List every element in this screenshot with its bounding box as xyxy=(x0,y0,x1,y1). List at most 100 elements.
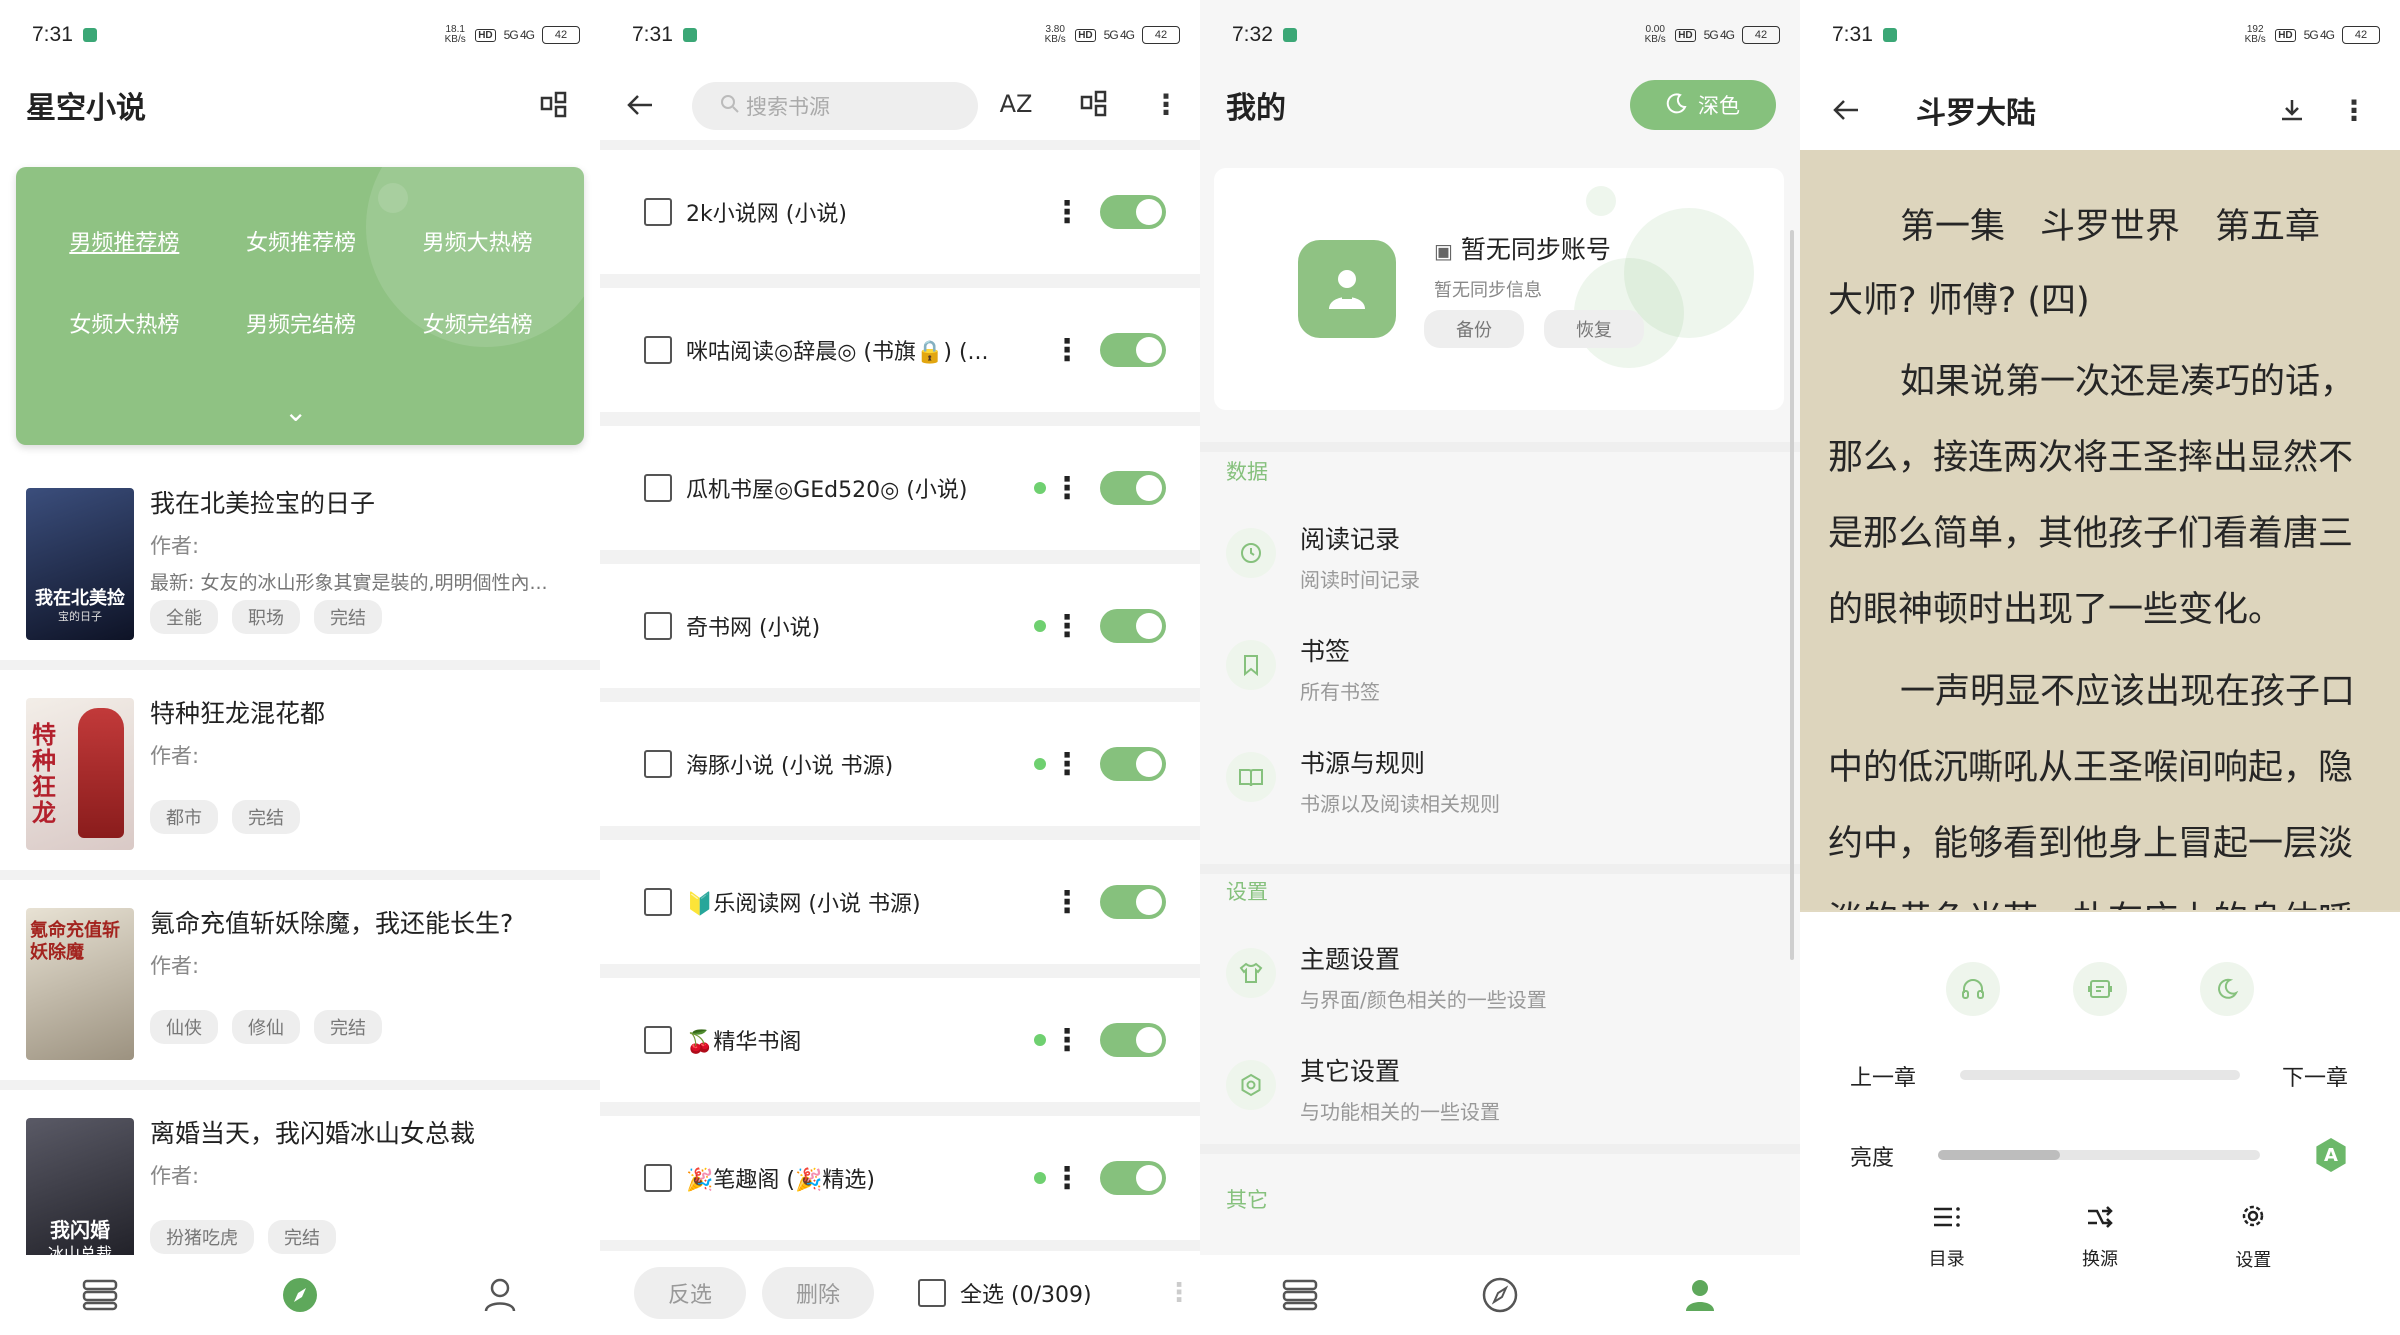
back-arrow-icon[interactable] xyxy=(1826,90,1866,130)
checkbox[interactable] xyxy=(644,1026,672,1054)
source-row[interactable]: 🔰乐阅读网 (小说 书源) ⋮ xyxy=(600,840,1200,964)
enable-toggle[interactable] xyxy=(1100,747,1166,781)
source-name: 瓜机书屋◎GEd520◎ (小说) xyxy=(686,478,968,503)
bottom-nav xyxy=(0,1255,600,1335)
more-vert-icon[interactable]: ⋮ xyxy=(1146,84,1186,124)
menu-item-sources-rules[interactable]: 书源与规则 书源以及阅读相关规则 xyxy=(1200,722,1800,832)
rank-tab[interactable]: 女频大热榜 xyxy=(36,307,213,339)
menu-item-other-settings[interactable]: 其它设置 与功能相关的一些设置 xyxy=(1200,1030,1800,1140)
select-all[interactable]: 全选 (0/309) xyxy=(918,1277,1092,1309)
restore-button[interactable]: 恢复 xyxy=(1544,310,1644,348)
auto-brightness-icon[interactable]: A xyxy=(2316,1138,2346,1172)
list-item[interactable]: 特种狂龙 特种狂龙混花都 作者: 都市 完结 xyxy=(0,670,600,880)
back-arrow-icon[interactable] xyxy=(620,85,660,125)
menu-item-theme[interactable]: 主题设置 与界面/颜色相关的一些设置 xyxy=(1200,918,1800,1028)
avatar[interactable] xyxy=(1298,240,1396,338)
source-row[interactable]: 🎉笔趣阁 (🎉精选) ⋮ xyxy=(600,1116,1200,1240)
account-card: ▣ 暂无同步账号 暂无同步信息 备份 恢复 xyxy=(1214,168,1784,410)
checkbox[interactable] xyxy=(644,336,672,364)
checkbox[interactable] xyxy=(644,474,672,502)
moon-icon[interactable] xyxy=(2199,962,2254,1016)
scrollbar[interactable] xyxy=(1790,230,1794,960)
source-row[interactable]: 瓜机书屋◎GEd520◎ (小说) ⋮ xyxy=(600,426,1200,550)
enable-toggle[interactable] xyxy=(1100,471,1166,505)
invert-selection-button[interactable]: 反选 xyxy=(634,1267,747,1319)
more-vert-icon[interactable]: ⋮ xyxy=(1166,1278,1192,1308)
next-chapter-button[interactable]: 下一章 xyxy=(2282,1060,2348,1092)
source-row[interactable]: 奇书网 (小说) ⋮ xyxy=(600,564,1200,688)
more-vert-icon[interactable]: ⋮ xyxy=(1052,195,1082,230)
bookshelf-icon[interactable] xyxy=(1270,1265,1330,1325)
compass-icon[interactable] xyxy=(270,1265,330,1325)
chapter-progress-slider[interactable] xyxy=(1960,1070,2240,1080)
checkbox[interactable] xyxy=(918,1279,947,1307)
checkbox[interactable] xyxy=(644,1164,672,1192)
sort-az-icon[interactable]: AZ xyxy=(996,84,1036,124)
status-dot xyxy=(1034,758,1046,770)
more-vert-icon[interactable]: ⋮ xyxy=(2334,90,2374,130)
reading-content[interactable]: 第一集 斗罗世界 第五章 大师? 师傅? (四) 如果说第一次还是凑巧的话，那么… xyxy=(1800,150,2400,910)
checkbox[interactable] xyxy=(644,888,672,916)
delete-button[interactable]: 删除 xyxy=(762,1267,875,1319)
more-vert-icon[interactable]: ⋮ xyxy=(1052,609,1082,644)
hd-icon: HD xyxy=(475,28,496,42)
chevron-down-icon[interactable]: ⌄ xyxy=(284,395,307,428)
menu-item-bookmarks[interactable]: 书签 所有书签 xyxy=(1200,610,1800,720)
tag: 扮猪吃虎 xyxy=(150,1220,254,1254)
profile-icon[interactable] xyxy=(1670,1265,1730,1325)
prev-chapter-button[interactable]: 上一章 xyxy=(1850,1060,1916,1092)
more-vert-icon[interactable]: ⋮ xyxy=(1052,1023,1082,1058)
more-vert-icon[interactable]: ⋮ xyxy=(1052,1161,1082,1196)
settings-button[interactable]: 设置 xyxy=(2235,1202,2271,1272)
book-author: 作者: xyxy=(150,954,200,978)
group-icon[interactable] xyxy=(1074,84,1114,124)
compass-icon[interactable] xyxy=(1470,1265,1530,1325)
rank-tab[interactable]: 男频大热榜 xyxy=(389,225,566,257)
notification-icon xyxy=(1882,28,1897,42)
enable-toggle[interactable] xyxy=(1100,1161,1166,1195)
menu-item-reading-record[interactable]: 阅读记录 阅读时间记录 xyxy=(1200,498,1800,608)
source-row[interactable]: 🍒精华书阁 ⋮ xyxy=(600,978,1200,1102)
headphones-icon[interactable] xyxy=(1946,962,2001,1016)
source-row[interactable]: 咪咕阅读◎辞晨◎ (书旗🔒) (... ⋮ xyxy=(600,288,1200,412)
rank-card: 男频推荐榜 女频推荐榜 男频大热榜 女频大热榜 男频完结榜 女频完结榜 ⌄ xyxy=(16,167,584,445)
group-icon[interactable] xyxy=(534,85,574,125)
checkbox[interactable] xyxy=(644,750,672,778)
bookshelf-icon[interactable] xyxy=(70,1265,130,1325)
enable-toggle[interactable] xyxy=(1100,333,1166,367)
auto-page-icon[interactable] xyxy=(2072,962,2127,1016)
dark-mode-button[interactable]: 深色 xyxy=(1630,80,1776,130)
enable-toggle[interactable] xyxy=(1100,609,1166,643)
tag: 修仙 xyxy=(232,1010,300,1044)
list-item[interactable]: 氪命充值斩妖除魔 氪命充值斩妖除魔，我还能长生? 作者: 仙侠 修仙 完结 xyxy=(0,880,600,1090)
toc-button[interactable]: 目录 xyxy=(1929,1202,1965,1272)
source-row[interactable]: 2k小说网 (小说) ⋮ xyxy=(600,150,1200,274)
download-icon[interactable] xyxy=(2272,90,2312,130)
more-vert-icon[interactable]: ⋮ xyxy=(1052,885,1082,920)
status-time: 7:32 xyxy=(1232,23,1273,46)
brightness-slider[interactable] xyxy=(1938,1150,2260,1160)
rank-tab[interactable]: 女频推荐榜 xyxy=(213,225,390,257)
change-source-button[interactable]: 换源 xyxy=(2082,1202,2118,1272)
enable-toggle[interactable] xyxy=(1100,1023,1166,1057)
chapter-progress-row: 上一章 下一章 xyxy=(1800,1054,2400,1094)
source-row[interactable]: 海豚小说 (小说 书源) ⋮ xyxy=(600,702,1200,826)
profile-icon[interactable] xyxy=(470,1265,530,1325)
rank-tab[interactable]: 女频完结榜 xyxy=(389,307,566,339)
more-vert-icon[interactable]: ⋮ xyxy=(1052,747,1082,782)
rank-tab[interactable]: 男频推荐榜 xyxy=(36,225,213,257)
checkbox[interactable] xyxy=(644,612,672,640)
list-item[interactable]: 我在北美捡 宝的日子 我在北美捡宝的日子 作者: 最新: 女友的冰山形象其實是裝… xyxy=(0,460,600,670)
enable-toggle[interactable] xyxy=(1100,885,1166,919)
tag: 完结 xyxy=(232,800,300,834)
more-vert-icon[interactable]: ⋮ xyxy=(1052,333,1082,368)
battery-icon: 42 xyxy=(1142,26,1180,44)
notification-icon xyxy=(82,28,97,42)
checkbox[interactable] xyxy=(644,198,672,226)
backup-button[interactable]: 备份 xyxy=(1424,310,1524,348)
enable-toggle[interactable] xyxy=(1100,195,1166,229)
rank-tab[interactable]: 男频完结榜 xyxy=(213,307,390,339)
more-vert-icon[interactable]: ⋮ xyxy=(1052,471,1082,506)
search-input[interactable]: 搜索书源 xyxy=(692,82,978,130)
tag: 仙侠 xyxy=(150,1010,218,1044)
